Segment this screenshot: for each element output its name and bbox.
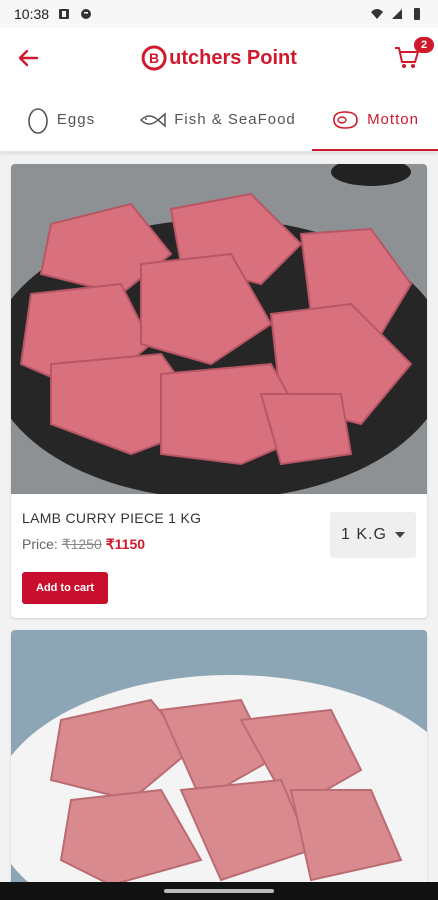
signal-icon <box>392 9 402 19</box>
product-info: LAMB CURRY PIECE 1 KG Price: ₹1250 ₹1150 … <box>11 494 427 618</box>
product-image <box>11 164 427 494</box>
product-list: LAMB CURRY PIECE 1 KG Price: ₹1250 ₹1150 … <box>0 152 438 890</box>
sale-price: ₹1150 <box>105 536 146 552</box>
tab-label: Eggs <box>56 111 96 128</box>
cart-count-badge: 2 <box>414 37 434 53</box>
add-to-cart-button[interactable]: Add to cart <box>22 572 109 604</box>
price-label: Price: <box>22 536 58 552</box>
category-tabs: Eggs Fish & SeaFood Motton <box>0 88 438 152</box>
brand-mark-icon: B <box>141 45 167 71</box>
brand-name: utchers Point <box>169 46 297 69</box>
chevron-down-icon <box>394 532 405 538</box>
app-bar: B utchers Point 2 <box>0 28 438 88</box>
wifi-icon <box>371 9 383 19</box>
chat-icon <box>81 9 92 19</box>
fish-icon <box>140 111 166 128</box>
tab-label: Motton <box>367 111 419 128</box>
system-nav-bar <box>0 882 438 900</box>
product-image <box>11 630 427 890</box>
arrow-left-icon <box>18 49 39 67</box>
status-bar: 10:38 <box>0 0 438 28</box>
product-card[interactable] <box>11 630 427 890</box>
svg-text:B: B <box>149 50 159 66</box>
cart-button[interactable]: 2 <box>390 37 434 75</box>
status-time: 10:38 <box>14 6 50 22</box>
egg-icon <box>28 107 48 134</box>
battery-icon <box>414 8 420 20</box>
tab-label: Fish & SeaFood <box>174 111 296 128</box>
quantity-value: 1 K.G <box>341 526 387 543</box>
brand-logo: B utchers Point <box>141 45 297 71</box>
tab-motton[interactable]: Motton <box>312 88 438 151</box>
home-indicator[interactable] <box>164 889 274 893</box>
back-button[interactable] <box>14 44 42 72</box>
meat-icon <box>333 110 358 129</box>
notification-icon <box>59 9 70 19</box>
tab-eggs[interactable]: Eggs <box>0 88 122 151</box>
tab-fish-seafood[interactable]: Fish & SeaFood <box>122 88 312 151</box>
product-card[interactable]: LAMB CURRY PIECE 1 KG Price: ₹1250 ₹1150 … <box>11 164 427 618</box>
quantity-dropdown[interactable]: 1 K.G <box>330 512 416 558</box>
old-price: ₹1250 <box>61 536 102 552</box>
